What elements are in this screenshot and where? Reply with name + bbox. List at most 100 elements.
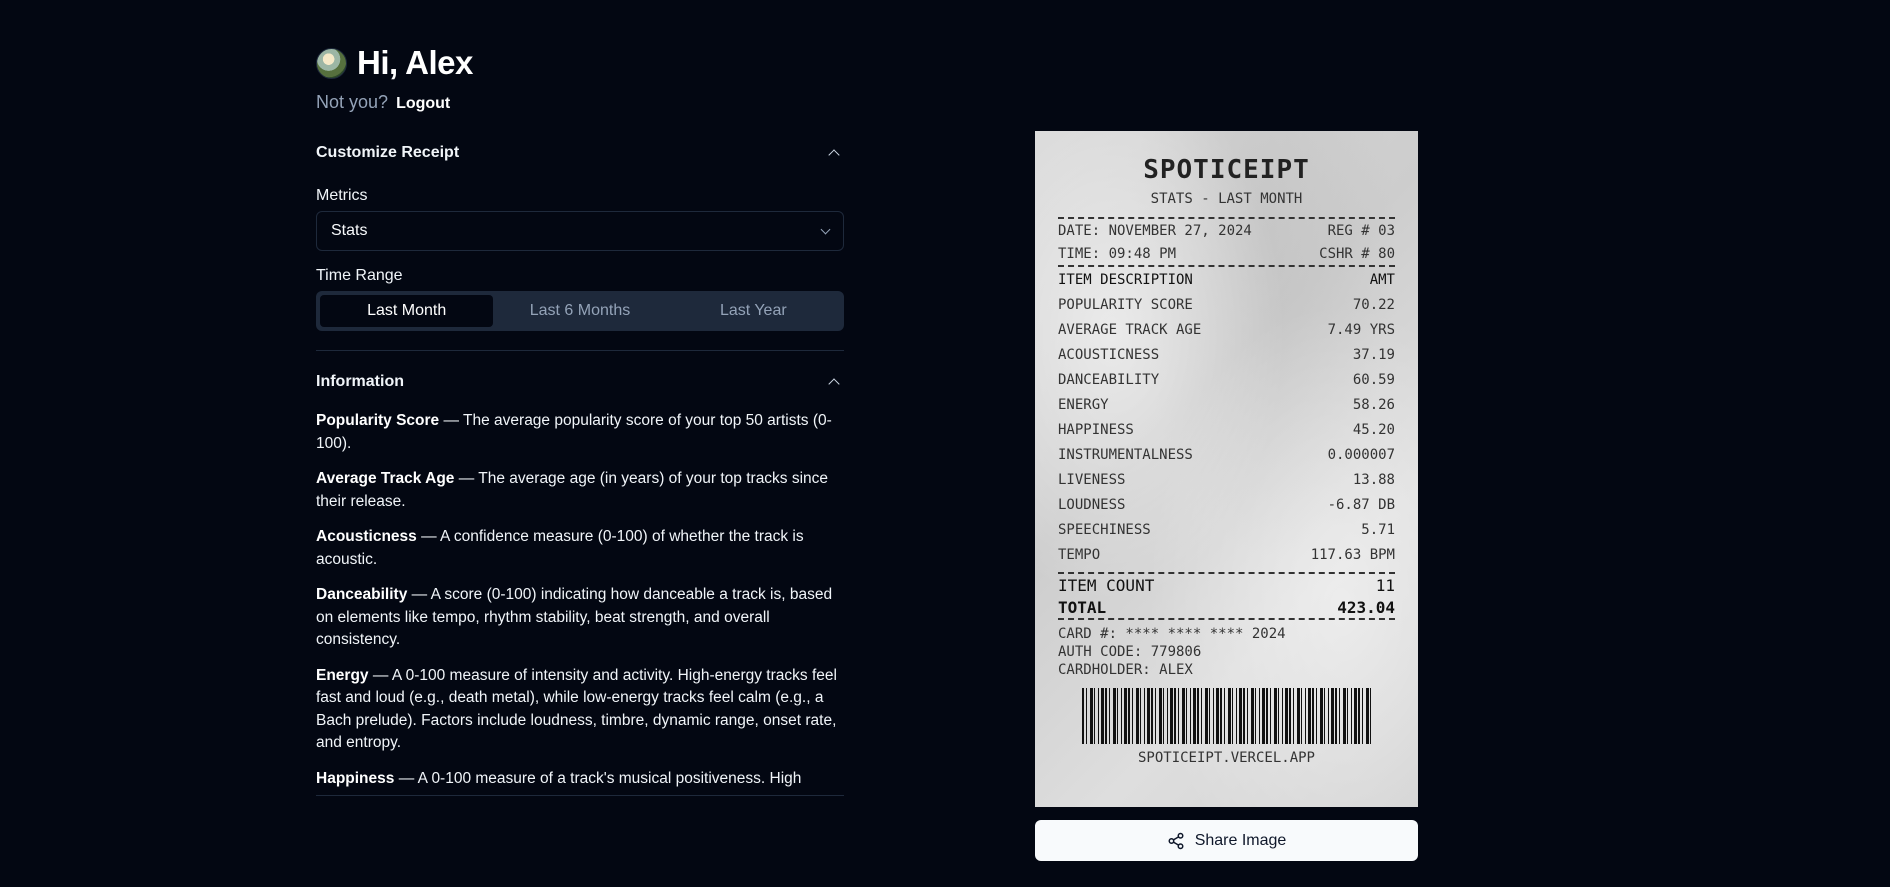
receipt-item: HAPPINESS 45.20 [1058, 417, 1395, 442]
info-item: Acousticness — A confidence measure (0-1… [316, 526, 844, 571]
customize-section: Customize Receipt Metrics Stats Time Ran… [316, 135, 844, 331]
info-item: Popularity Score — The average popularit… [316, 410, 844, 455]
receipt-item-name: ACOUSTICNESS [1058, 346, 1160, 363]
receipt-item: LOUDNESS -6.87 DB [1058, 492, 1395, 517]
receipt-item-value: 70.22 [1352, 296, 1395, 313]
receipt-item: POPULARITY SCORE 70.22 [1058, 292, 1395, 317]
receipt-header-amt: AMT [1369, 271, 1395, 288]
section-divider [316, 350, 844, 351]
receipt-item-value: -6.87 DB [1327, 496, 1395, 513]
receipt-date-row: DATE: NOVEMBER 27, 2024 REG # 03 [1058, 219, 1395, 242]
receipt-item-name: ENERGY [1058, 396, 1109, 413]
info-item: Energy — A 0-100 measure of intensity an… [316, 665, 844, 755]
receipt-item-name: HAPPINESS [1058, 421, 1134, 438]
metrics-label: Metrics [316, 187, 368, 204]
receipt-item: INSTRUMENTALNESS 0.000007 [1058, 442, 1395, 467]
receipt-card-info: CARD #: **** **** **** 2024 AUTH CODE: 7… [1058, 625, 1395, 679]
info-item: Happiness — A 0-100 measure of a track's… [316, 768, 844, 791]
receipt: SPOTICEIPT STATS - LAST MONTH DATE: NOVE… [1035, 131, 1418, 807]
receipt-time-row: TIME: 09:48 PM CSHR # 80 [1058, 242, 1395, 265]
info-item: Average Track Age — The average age (in … [316, 468, 844, 513]
info-term: Average Track Age [316, 470, 455, 487]
receipt-item: ENERGY 58.26 [1058, 392, 1395, 417]
receipt-item-value: 5.71 [1361, 521, 1395, 538]
receipt-item-name: POPULARITY SCORE [1058, 296, 1193, 313]
share-image-button[interactable]: Share Image [1035, 820, 1418, 861]
greeting-title: Hi, Alex [357, 44, 473, 81]
info-desc: — A 0-100 measure of intensity and activ… [316, 666, 837, 752]
receipt-item-name: AVERAGE TRACK AGE [1058, 321, 1202, 338]
share-icon [1168, 832, 1184, 849]
receipt-item-name: LOUDNESS [1058, 496, 1126, 513]
info-item: Danceability — A score (0-100) indicatin… [316, 584, 844, 652]
information-header[interactable]: Information [316, 364, 844, 400]
customize-title: Customize Receipt [316, 144, 460, 161]
receipt-item-value: 13.88 [1352, 471, 1395, 488]
receipt-auth: AUTH CODE: 779806 [1058, 644, 1202, 660]
info-term: Energy [316, 666, 369, 684]
logout-link[interactable]: Logout [396, 95, 450, 112]
receipt-item: SPEECHINESS 5.71 [1058, 517, 1395, 542]
receipt-cardholder: CARDHOLDER: ALEX [1058, 662, 1193, 678]
not-you-row: Not you? Logout [316, 92, 844, 113]
receipt-time: TIME: 09:48 PM [1058, 245, 1177, 262]
receipt-header-desc: ITEM DESCRIPTION [1058, 271, 1193, 288]
info-term: Happiness [316, 769, 395, 787]
receipt-item-value: 0.000007 [1327, 446, 1395, 463]
not-you-text: Not you? [316, 92, 389, 112]
receipt-date: DATE: NOVEMBER 27, 2024 [1058, 222, 1252, 239]
receipt-total-label: TOTAL [1058, 597, 1107, 617]
chevron-up-icon[interactable] [828, 149, 840, 161]
receipt-total-row: TOTAL 423.04 [1058, 596, 1395, 618]
information-list: Popularity Score — The average popularit… [316, 410, 844, 796]
tab-last-month[interactable]: Last Month [320, 295, 494, 327]
receipt-item-value: 37.19 [1352, 346, 1395, 363]
metrics-value: Stats [331, 222, 368, 239]
receipt-url: SPOTICEIPT.VERCEL.APP [1137, 750, 1315, 766]
receipt-item-value: 45.20 [1352, 421, 1395, 438]
receipt-subtitle: STATS - LAST MONTH [1150, 191, 1303, 207]
receipt-total: 423.04 [1337, 597, 1395, 617]
metrics-select[interactable]: Stats [316, 211, 844, 251]
avatar [316, 47, 347, 79]
receipt-item-count: 11 [1375, 575, 1395, 595]
receipt-reg: REG # 03 [1327, 222, 1395, 239]
receipt-item: AVERAGE TRACK AGE 7.49 YRS [1058, 317, 1395, 342]
chevron-up-icon[interactable] [828, 378, 840, 390]
receipt-item: LIVENESS 13.88 [1058, 467, 1395, 492]
info-term: Danceability [316, 586, 408, 603]
time-range-label: Time Range [316, 267, 403, 284]
receipt-item: DANCEABILITY 60.59 [1058, 367, 1395, 392]
settings-panel: Hi, Alex Not you? Logout Customize Recei… [316, 44, 844, 796]
receipt-item-value: 60.59 [1352, 371, 1395, 388]
receipt-item-value: 58.26 [1352, 396, 1395, 413]
receipt-item-name: DANCEABILITY [1058, 371, 1160, 388]
information-title: Information [316, 373, 404, 390]
receipt-item-name: LIVENESS [1058, 471, 1126, 488]
info-desc: — A 0-100 measure of a track's musical p… [394, 769, 802, 787]
barcode [1081, 688, 1372, 744]
customize-header[interactable]: Customize Receipt [316, 135, 844, 171]
receipt-items: ITEM DESCRIPTION AMT POPULARITY SCORE 70.… [1058, 267, 1395, 567]
receipt-item-name: SPEECHINESS [1058, 521, 1151, 538]
receipt-title: SPOTICEIPT [1143, 155, 1310, 185]
time-range-tabs: Last Month Last 6 Months Last Year [316, 291, 844, 331]
info-term: Popularity Score [316, 412, 440, 429]
receipt-item-value: 117.63 BPM [1310, 546, 1395, 563]
receipt-item-count-label: ITEM COUNT [1058, 575, 1155, 595]
greeting: Hi, Alex [316, 44, 844, 82]
receipt-cshr: CSHR # 80 [1319, 245, 1395, 262]
receipt-item-count-row: ITEM COUNT 11 [1058, 574, 1395, 596]
receipt-item: ACOUSTICNESS 37.19 [1058, 342, 1395, 367]
receipt-item-name: TEMPO [1058, 546, 1101, 563]
share-label: Share Image [1194, 831, 1287, 849]
tab-last-6-months[interactable]: Last 6 Months [493, 295, 666, 327]
receipt-item: TEMPO 117.63 BPM [1058, 542, 1395, 567]
receipt-item-value: 7.49 YRS [1327, 321, 1395, 338]
receipt-header-row: ITEM DESCRIPTION AMT [1058, 267, 1395, 292]
tab-last-year[interactable]: Last Year [667, 295, 840, 327]
receipt-card: CARD #: **** **** **** 2024 [1058, 626, 1286, 642]
info-term: Acousticness [316, 528, 417, 545]
receipt-meta: DATE: NOVEMBER 27, 2024 REG # 03 TIME: 0… [1058, 217, 1395, 267]
receipt-item-name: INSTRUMENTALNESS [1058, 446, 1193, 463]
